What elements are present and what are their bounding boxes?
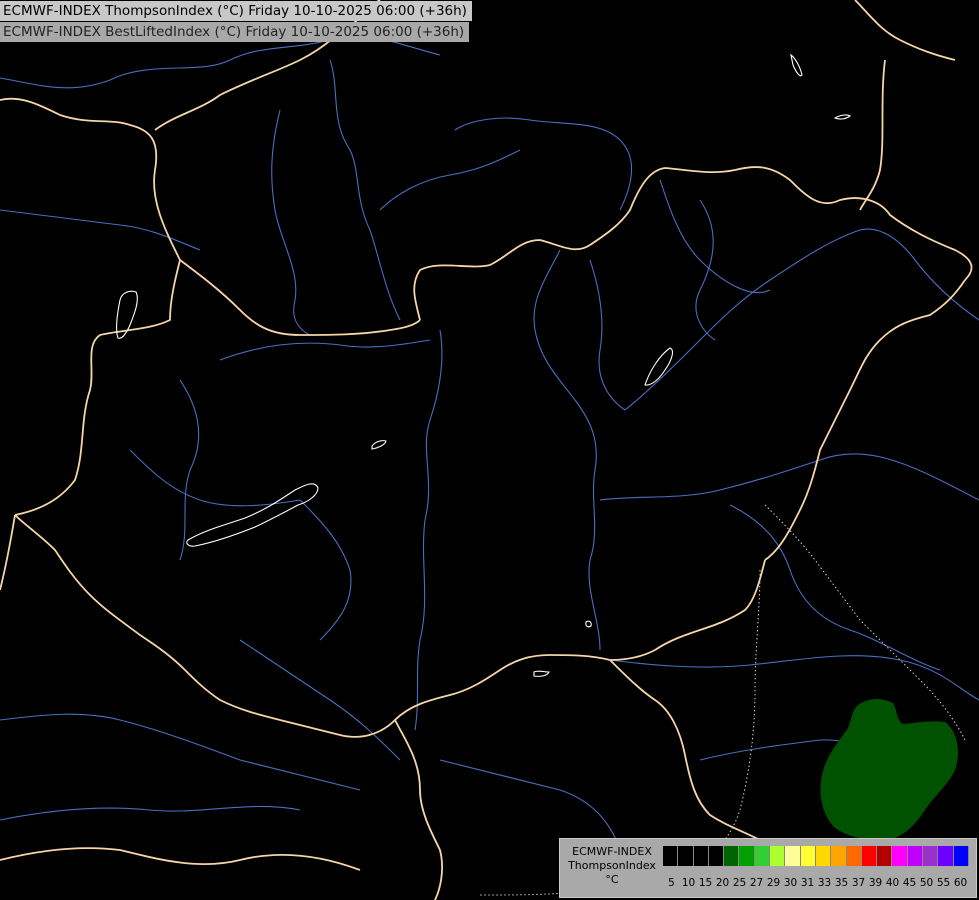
lake-balaton xyxy=(186,483,319,547)
legend-swatch xyxy=(831,846,847,866)
legend-unit: °C xyxy=(605,873,619,886)
legend-swatch xyxy=(785,846,801,866)
legend-tick-label: 5 xyxy=(668,877,675,889)
lakes xyxy=(115,53,851,677)
legend-tick-label: 45 xyxy=(902,877,917,889)
legend-tick-label: 39 xyxy=(868,877,883,889)
legend-swatch xyxy=(770,846,786,866)
lake-small-1 xyxy=(371,440,387,450)
legend-swatch xyxy=(953,846,969,866)
rivers xyxy=(0,36,979,851)
legend-tick-label: 29 xyxy=(766,877,781,889)
legend-swatch xyxy=(693,846,709,866)
legend-tick-label: 40 xyxy=(885,877,900,889)
legend-tick-label: 27 xyxy=(749,877,764,889)
lake-small-6 xyxy=(533,670,550,677)
legend-swatch xyxy=(861,846,878,866)
legend-swatch xyxy=(754,846,771,866)
legend-swatch xyxy=(800,846,816,866)
legend-tick-label: 35 xyxy=(834,877,849,889)
legend-swatch xyxy=(663,846,679,866)
legend-swatch xyxy=(815,846,832,866)
map-title-secondary: ECMWF-INDEX BestLiftedIndex (°C) Friday … xyxy=(0,22,470,42)
legend-swatches xyxy=(663,846,969,866)
legend-swatch xyxy=(678,846,694,866)
lake-small-4 xyxy=(790,53,803,77)
lake-small-3 xyxy=(833,114,851,120)
legend-tick-label: 20 xyxy=(715,877,730,889)
legend-swatch xyxy=(877,846,893,866)
legend-swatch xyxy=(724,846,740,866)
legend-tick-label: 50 xyxy=(919,877,934,889)
legend-swatch xyxy=(739,846,755,866)
legend-ticks: 5 10 15 20 25 27 29 30 31 33 35 37 39 40 45 50 55 60 xyxy=(663,877,969,891)
legend-tick-label: 25 xyxy=(732,877,747,889)
index-blob xyxy=(820,699,959,841)
legend-tick-label: 31 xyxy=(800,877,815,889)
weather-map xyxy=(0,0,979,900)
lake-small-5 xyxy=(585,620,592,628)
map-title-primary: ECMWF-INDEX ThompsonIndex (°C) Friday 10… xyxy=(0,1,472,21)
legend-swatch xyxy=(708,846,725,866)
legend-swatch xyxy=(892,846,908,866)
legend-swatch xyxy=(907,846,924,866)
legend-tick-label: 60 xyxy=(953,877,968,889)
legend-swatch xyxy=(846,846,862,866)
legend-line2: ThompsonIndex xyxy=(568,859,656,872)
legend-tick-label: 55 xyxy=(936,877,951,889)
legend-tick-label: 30 xyxy=(783,877,798,889)
legend-line1: ECMWF-INDEX xyxy=(572,845,652,858)
legend-tick-label: 15 xyxy=(698,877,713,889)
legend-swatch xyxy=(938,846,954,866)
legend-tick-label: 33 xyxy=(817,877,832,889)
color-legend: ECMWF-INDEX ThompsonIndex °C 5 10 15 20 25 27… xyxy=(559,838,977,898)
legend-tick-label: 10 xyxy=(681,877,696,889)
legend-swatch xyxy=(923,846,939,866)
legend-tick-label: 37 xyxy=(851,877,866,889)
legend-title: ECMWF-INDEX ThompsonIndex °C xyxy=(564,845,660,887)
